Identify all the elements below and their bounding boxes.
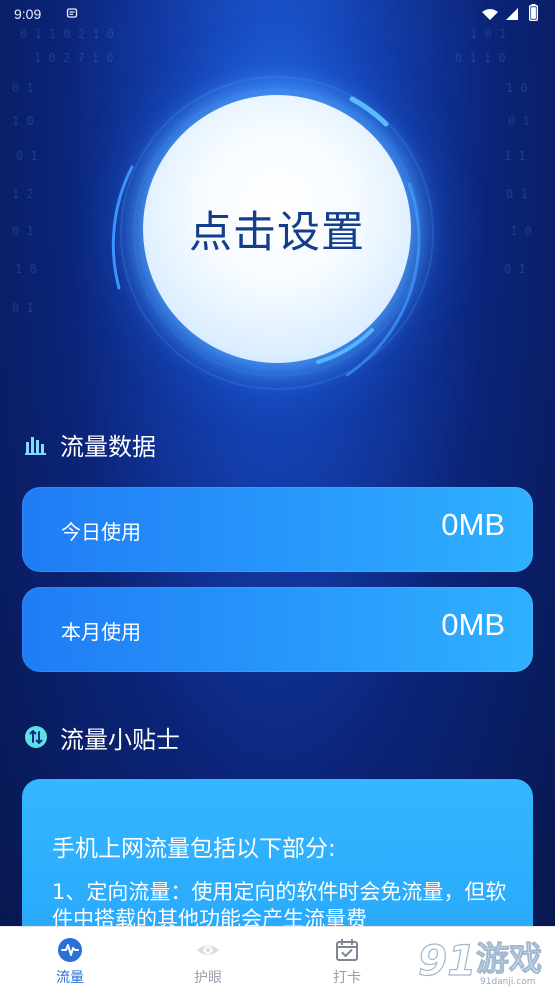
nav-item-traffic[interactable]: 流量 (30, 927, 110, 989)
nav-label-traffic: 流量 (56, 970, 84, 986)
svg-text:1 0: 1 0 (12, 114, 34, 128)
eye-icon (197, 945, 219, 955)
svg-text:0 1: 0 1 (506, 187, 528, 201)
svg-text:91: 91 (418, 936, 476, 985)
nav-label-check-in: 打卡 (333, 970, 361, 986)
nav-label-eye-care: 护眼 (194, 970, 222, 986)
svg-text:91danji.com: 91danji.com (480, 977, 535, 987)
notification-icon (66, 8, 78, 18)
svg-text:0 1: 0 1 (12, 301, 34, 315)
traffic-section-header: 流量数据 (24, 428, 156, 461)
svg-text:0 1: 0 1 (12, 81, 34, 95)
svg-text:1 0: 1 0 (15, 262, 37, 276)
svg-text:0 1: 0 1 (508, 114, 530, 128)
svg-text:游戏: 游戏 (476, 939, 542, 978)
month-usage-card: 本月使用 0MB (22, 587, 533, 672)
status-time: 9:09 (14, 6, 42, 22)
nav-item-check-in[interactable]: 打卡 (307, 927, 387, 989)
today-usage-label: 今日使用 (61, 520, 141, 544)
bar-chart-icon (25, 437, 46, 455)
traffic-section-title: 流量数据 (60, 432, 156, 461)
pulse-icon (58, 938, 82, 962)
today-usage-value: 0MB (441, 507, 505, 542)
svg-text:0 1: 0 1 (504, 262, 526, 276)
nav-item-eye-care[interactable]: 护眼 (168, 927, 248, 989)
calendar-check-icon (336, 939, 358, 961)
battery-icon (529, 4, 538, 21)
tips-card-body: 1、定向流量：使用定向的软件时会免流量，但软件中搭载的其他功能会产生流量费 (52, 880, 507, 931)
svg-text:1 0: 1 0 (506, 81, 528, 95)
svg-text:1 0: 1 0 (510, 224, 532, 238)
month-usage-label: 本月使用 (61, 620, 141, 644)
status-bar: 9:09 (0, 0, 555, 28)
settings-button[interactable]: 点击设置 (143, 95, 411, 363)
tips-card: 手机上网流量包括以下部分: 1、定向流量：使用定向的软件时会免流量，但软件中搭载… (22, 779, 533, 949)
svg-text:1 0 1: 1 0 1 (470, 27, 506, 41)
settings-button-label: 点击设置 (189, 208, 365, 258)
signal-icon (506, 8, 518, 20)
tips-section-header: 流量小贴士 (24, 721, 180, 754)
today-usage-card: 今日使用 0MB (22, 487, 533, 572)
svg-text:0 1: 0 1 (16, 149, 38, 163)
tips-section-title: 流量小贴士 (60, 725, 180, 754)
svg-text:0 1 1 0 2 1 0: 0 1 1 0 2 1 0 (20, 27, 114, 41)
month-usage-value: 0MB (441, 607, 505, 642)
wifi-icon (482, 9, 498, 20)
svg-text:0 1: 0 1 (12, 224, 34, 238)
site-watermark-logo: 91 游戏 91danji.com (418, 935, 543, 987)
svg-text:1 1: 1 1 (504, 149, 526, 163)
transfer-icon (25, 726, 47, 748)
tips-card-title: 手机上网流量包括以下部分: (52, 836, 336, 862)
svg-text:1 2: 1 2 (12, 187, 34, 201)
